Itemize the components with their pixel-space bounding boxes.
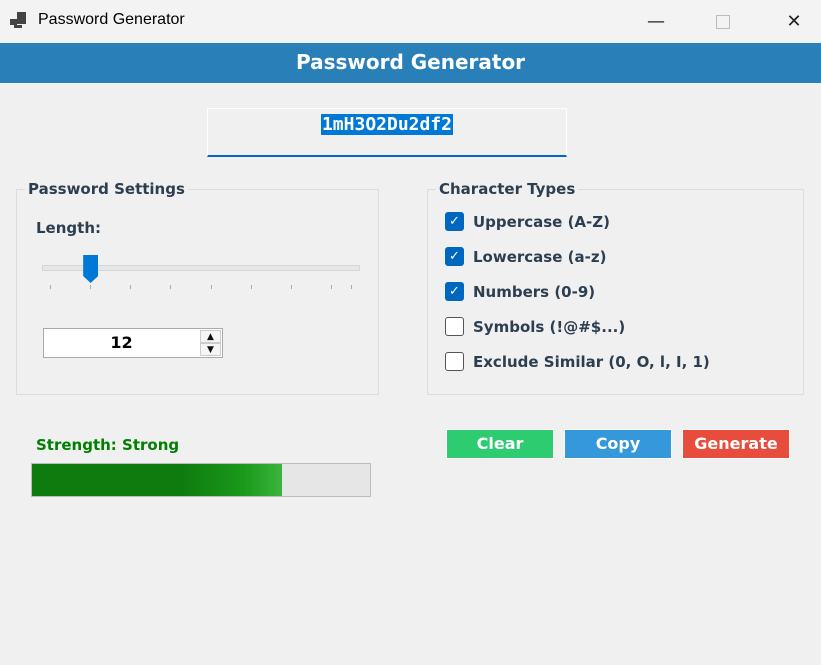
checkbox[interactable] [445,352,464,371]
password-output[interactable]: 1mH3O2Du2df2 [207,108,567,157]
app-header: Password Generator [0,43,821,83]
slider-tick [351,285,352,289]
password-text[interactable]: 1mH3O2Du2df2 [320,114,454,135]
checkbox-option[interactable]: ✓ Lowercase (a-z) [445,247,606,266]
strength-bar-fill [32,464,283,496]
slider-tick [211,285,212,289]
checkbox[interactable] [445,317,464,336]
generate-button[interactable]: Generate [682,429,790,459]
clear-button[interactable]: Clear [446,429,554,459]
length-label: Length: [36,219,101,237]
checkbox-label: Uppercase (A-Z) [473,212,610,231]
slider-tick [170,285,171,289]
slider-tick [90,285,91,289]
slider-tick [251,285,252,289]
minimize-icon: — [647,11,665,32]
checkbox[interactable]: ✓ [445,282,464,301]
checkbox-option[interactable]: ✓ Numbers (0-9) [445,282,595,301]
maximize-icon [716,14,730,29]
slider-tick [130,285,131,289]
length-value[interactable]: 12 [44,329,199,357]
window-title: Password Generator [38,11,185,28]
length-stepper[interactable]: 12 ▲ ▼ [43,328,223,358]
title-bar: Password Generator — ✕ [0,0,821,43]
copy-button[interactable]: Copy [564,429,672,459]
decrement-button[interactable]: ▼ [200,343,221,356]
close-icon: ✕ [786,11,802,32]
close-button[interactable]: ✕ [771,0,817,43]
slider-tick [291,285,292,289]
checkbox-label: Symbols (!@#$...) [473,317,626,336]
checkbox-option[interactable]: Exclude Similar (0, O, l, I, 1) [445,352,710,371]
slider-tick [50,285,51,289]
increment-button[interactable]: ▲ [200,330,221,343]
strength-bar [31,463,371,497]
minimize-button[interactable]: — [633,0,679,43]
checkbox-option[interactable]: ✓ Uppercase (A-Z) [445,212,610,231]
checkbox[interactable]: ✓ [445,247,464,266]
maximize-button[interactable] [700,0,746,43]
slider-tick [331,285,332,289]
password-settings-legend: Password Settings [25,180,188,198]
app-icon [10,12,26,28]
checkbox-label: Numbers (0-9) [473,282,596,301]
strength-label: Strength: Strong [36,436,180,454]
checkbox-label: Exclude Similar (0, O, l, I, 1) [473,352,710,371]
checkbox[interactable]: ✓ [445,212,464,231]
checkbox-option[interactable]: Symbols (!@#$...) [445,317,625,336]
checkbox-label: Lowercase (a-z) [473,247,607,266]
character-types-legend: Character Types [436,180,579,198]
